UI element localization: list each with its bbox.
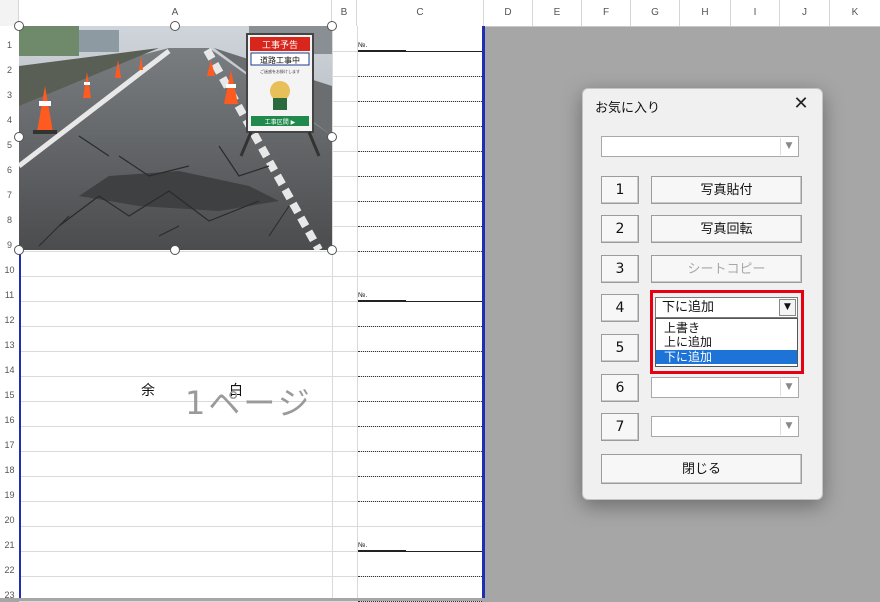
row-header-bar: 1 2 3 4 5 6 7 8 9 10 11 12 13 14 15 16 17 18 19 20 21 22 23 [0,26,20,600]
row-header-15[interactable]: 15 [0,390,19,400]
number-button-6[interactable]: 6 [601,374,639,402]
row-header-12[interactable]: 12 [0,315,19,325]
sheet-copy-button[interactable]: シートコピー [651,255,802,283]
form-line [358,326,482,327]
sign-line1: 工事予告 [262,39,298,51]
column-header-k[interactable]: K [830,0,880,26]
row-header-6[interactable]: 6 [0,165,19,175]
form-line [358,251,482,252]
row6-combo[interactable]: ▼ [651,377,799,398]
form-line [358,401,482,402]
column-header-c[interactable]: C [357,0,484,26]
sign-line3: ご迷惑をお掛けします [260,68,300,74]
row-header-4[interactable]: 4 [0,115,19,125]
row-header-1[interactable]: 1 [0,40,19,50]
row-header-16[interactable]: 16 [0,415,19,425]
row-header-21[interactable]: 21 [0,540,19,550]
row-header-7[interactable]: 7 [0,190,19,200]
form-line [358,551,482,552]
column-header-h[interactable]: H [680,0,731,26]
form-line [358,451,482,452]
dialog-title: お気に入り [595,101,661,116]
resize-handle[interactable] [170,245,180,255]
form-line [358,376,482,377]
favorites-combo[interactable]: ▼ [601,136,799,157]
rotate-photo-button[interactable]: 写真回転 [651,215,802,243]
resize-handle[interactable] [14,132,24,142]
column-header-e[interactable]: E [533,0,582,26]
close-button[interactable]: 閉じる [601,454,802,484]
page-label: 1ページ [185,384,313,422]
column-header-d[interactable]: D [484,0,533,26]
resize-handle[interactable] [327,21,337,31]
column-header-f[interactable]: F [582,0,631,26]
resize-handle[interactable] [327,132,337,142]
form-line [358,301,482,302]
form-line [358,51,482,52]
number-label-1: №. [358,41,406,51]
row-header-13[interactable]: 13 [0,340,19,350]
form-line [358,476,482,477]
paste-photo-button[interactable]: 写真貼付 [651,176,802,204]
column-header-j[interactable]: J [780,0,830,26]
sign-line2: 道路工事中 [260,55,300,65]
road-construction-photo[interactable]: 工事予告 道路工事中 ご迷惑をお掛けします 工事区間 ▶ [19,26,332,250]
chevron-down-icon[interactable]: ▼ [780,138,797,155]
row-header-22[interactable]: 22 [0,565,19,575]
column-header-g[interactable]: G [631,0,680,26]
row-header-14[interactable]: 14 [0,365,19,375]
form-line [358,101,482,102]
column-divider [332,26,333,598]
form-line [358,501,482,502]
number-button-5[interactable]: 5 [601,334,639,362]
row-header-8[interactable]: 8 [0,215,19,225]
form-line [358,151,482,152]
row-header-11[interactable]: 11 [0,290,19,300]
number-button-4[interactable]: 4 [601,294,639,322]
number-label-2: №. [358,291,406,301]
row-header-23[interactable]: 23 [0,590,19,600]
number-button-7[interactable]: 7 [601,413,639,441]
chevron-down-icon[interactable]: ▼ [780,418,797,435]
form-line [358,176,482,177]
sign-line4: 工事区間 ▶ [265,118,296,126]
row-header-19[interactable]: 19 [0,490,19,500]
row-header-17[interactable]: 17 [0,440,19,450]
form-line [358,76,482,77]
form-line [358,426,482,427]
row7-combo[interactable]: ▼ [651,416,799,437]
row-header-3[interactable]: 3 [0,90,19,100]
column-header-bar: A B C D E F G H I J K [0,0,880,27]
resize-handle[interactable] [327,245,337,255]
close-icon[interactable]: ✕ [790,93,812,115]
number-button-2[interactable]: 2 [601,215,639,243]
highlight-box [650,290,804,374]
row-header-2[interactable]: 2 [0,65,19,75]
resize-handle[interactable] [14,245,24,255]
row-header-18[interactable]: 18 [0,465,19,475]
row-header-20[interactable]: 20 [0,515,19,525]
form-line [358,351,482,352]
form-line [358,576,482,577]
column-divider [357,26,358,598]
form-line [358,526,482,527]
form-line [358,226,482,227]
number-label-3: №. [358,541,406,551]
form-line [358,276,482,277]
chevron-down-icon[interactable]: ▼ [780,379,797,396]
form-line [358,201,482,202]
form-line [358,126,482,127]
print-border-right [482,26,485,598]
number-button-1[interactable]: 1 [601,176,639,204]
column-header-i[interactable]: I [731,0,780,26]
resize-handle[interactable] [14,21,24,31]
number-button-3[interactable]: 3 [601,255,639,283]
resize-handle[interactable] [170,21,180,31]
row-header-10[interactable]: 10 [0,265,19,275]
